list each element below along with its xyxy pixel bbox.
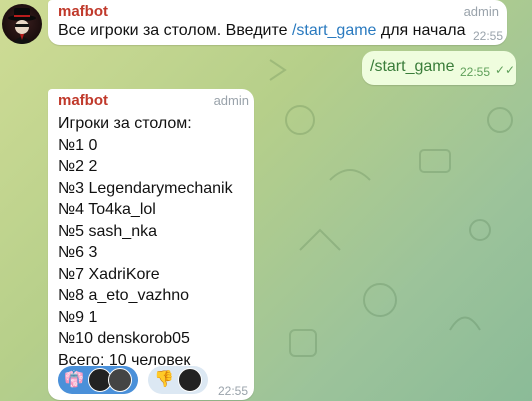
player-list: Игроки за столом: №1 0 №2 2 №3 Legendary…: [58, 113, 233, 371]
player-list-line: №5 sash_nka: [58, 222, 157, 240]
sender-name[interactable]: mafbot: [58, 92, 108, 109]
message-time: 22:55: [218, 384, 249, 398]
admin-badge: admin: [213, 93, 249, 108]
message-time: 22:55: [460, 65, 491, 79]
kimono-emoji-icon: 👘: [64, 371, 84, 388]
reaction-kimono-button[interactable]: 👘: [58, 366, 138, 394]
message-bubble[interactable]: mafbot admin Все игроки за столом. Введи…: [48, 0, 507, 45]
player-list-line: №4 To4ka_lol: [58, 201, 156, 218]
read-checkmarks-icon: ✓✓: [495, 63, 516, 77]
player-list-line: №2 2: [58, 158, 98, 175]
reactor-avatar: [177, 368, 202, 392]
player-list-line: №3 Legendarymechanik: [58, 179, 233, 197]
admin-badge: admin: [463, 4, 499, 19]
command-link[interactable]: /start_game: [292, 22, 376, 39]
player-list-line: №6 3: [58, 244, 98, 261]
outgoing-message-bubble[interactable]: /start_game 22:55 ✓✓: [362, 51, 516, 85]
player-list-line: №7 XadriKore: [58, 265, 160, 283]
reactor-avatar: [107, 368, 132, 392]
player-list-line: №8 a_eto_vazhno: [58, 287, 190, 304]
reaction-thumbs-down-button[interactable]: 👎: [148, 366, 208, 394]
message-text-part: Все игроки за столом. Введите: [58, 22, 292, 39]
message-bubble[interactable]: mafbot admin Игроки за столом: №1 0 №2 2…: [48, 89, 254, 400]
bot-avatar[interactable]: [2, 4, 42, 44]
message-time: 22:55: [472, 29, 503, 43]
player-list-line: Игроки за столом:: [58, 115, 192, 132]
message-text: Все игроки за столом. Введите /start_gam…: [58, 22, 466, 40]
player-list-line: №1 0: [58, 136, 98, 154]
mafia-hat-icon: [8, 8, 36, 44]
sender-name[interactable]: mafbot: [58, 3, 108, 20]
message-text-part: для начала: [376, 22, 466, 39]
message-text: /start_game: [370, 58, 455, 75]
player-list-line: №9 1: [58, 308, 98, 326]
player-list-line: №10 denskorob05: [58, 330, 190, 347]
thumbs-down-emoji-icon: 👎: [154, 371, 174, 388]
